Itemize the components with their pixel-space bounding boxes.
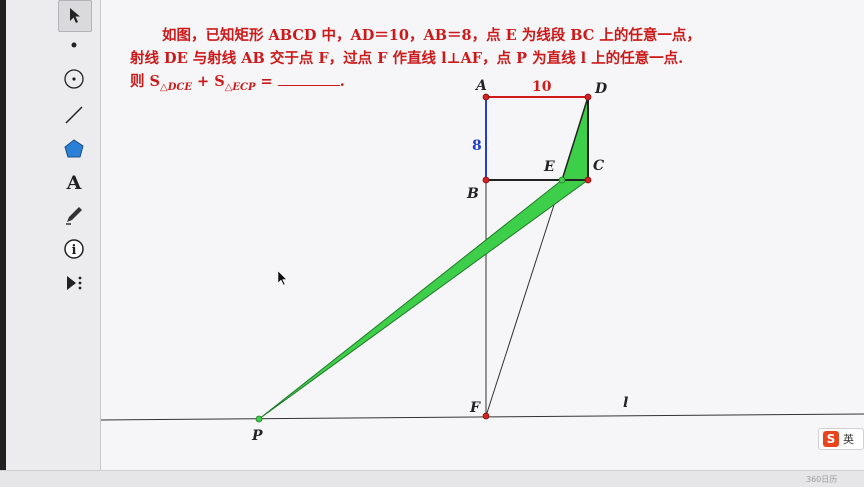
length-ad: 10	[532, 79, 552, 95]
label-b: B	[466, 186, 479, 202]
point-p[interactable]	[255, 415, 263, 423]
watermark-text: 360日历	[806, 475, 838, 484]
screen: A i 如图，已知矩形 ABCD 中，AD＝10，AB＝8，点 E 为线段 BC…	[0, 0, 864, 487]
point-d[interactable]	[584, 93, 592, 101]
point-a[interactable]	[482, 93, 490, 101]
label-a: A	[474, 78, 487, 94]
label-l: l	[623, 395, 628, 411]
line-l[interactable]	[100, 413, 864, 421]
label-p: P	[251, 428, 263, 444]
ime-language-label: 英	[843, 433, 854, 446]
point-f[interactable]	[482, 412, 490, 420]
sogou-logo-icon: S	[823, 431, 839, 447]
point-e[interactable]	[558, 176, 566, 184]
taskbar	[0, 470, 864, 487]
length-ab: 8	[472, 138, 482, 154]
mouse-cursor-icon	[277, 270, 288, 286]
label-f: F	[469, 400, 481, 416]
label-e: E	[543, 159, 555, 175]
input-method-indicator[interactable]: S 英	[818, 428, 864, 450]
point-b[interactable]	[482, 176, 490, 184]
geometry-figure: A D B C E F P l 10 8	[100, 78, 864, 444]
triangle-ecp[interactable]	[258, 179, 590, 420]
label-d: D	[594, 81, 608, 97]
label-c: C	[593, 158, 604, 174]
point-c[interactable]	[584, 176, 592, 184]
